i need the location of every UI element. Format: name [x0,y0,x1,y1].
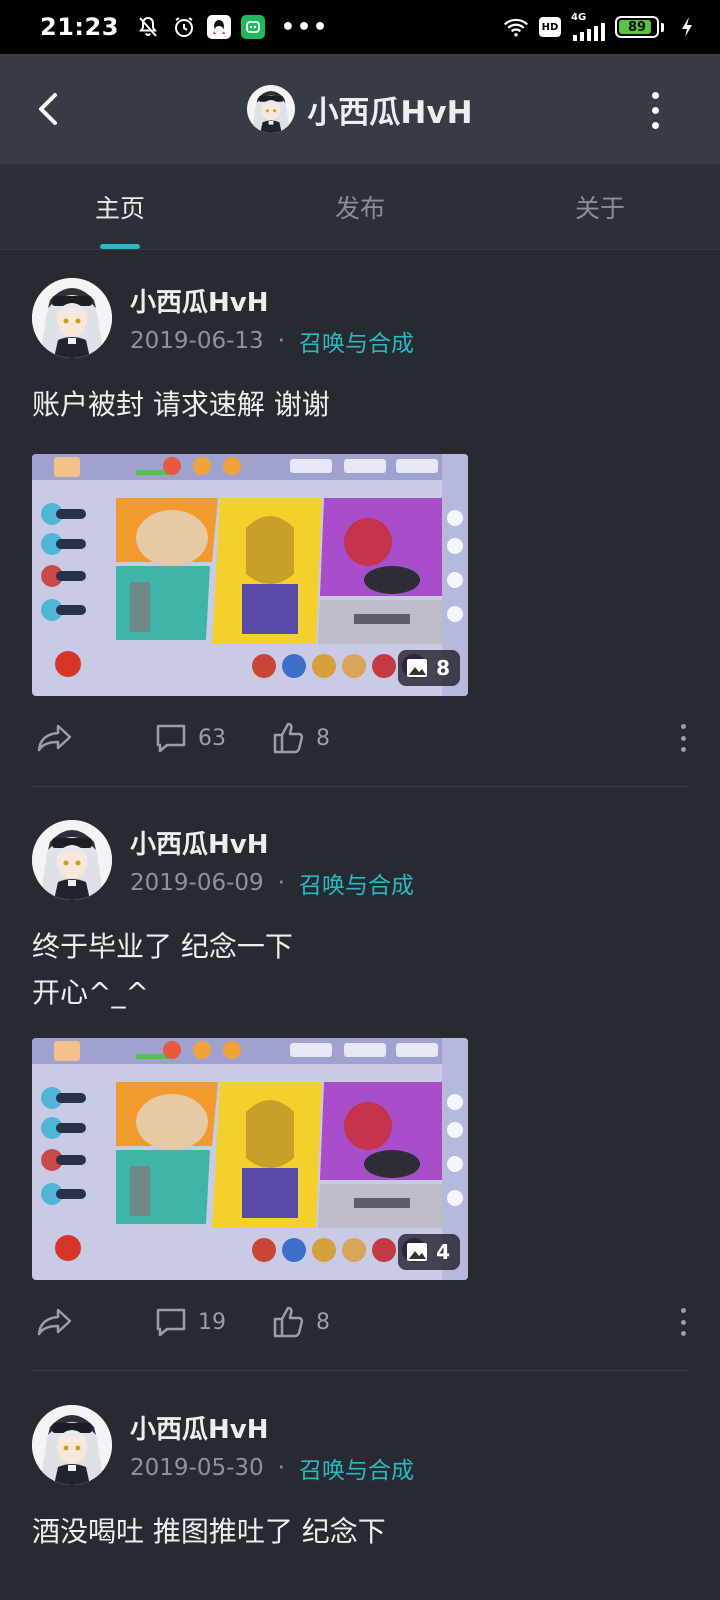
status-system-icons: HD 4G 89 [503,13,700,41]
charging-icon [674,14,700,40]
image-count: 8 [436,656,450,680]
network-type: 4G [571,12,587,23]
post-more-button[interactable] [678,1308,688,1336]
alarm-icon [171,14,197,40]
more-dot [651,91,659,99]
comment-count: 19 [198,1309,226,1335]
tab-label: 关于 [574,193,625,223]
more-notifications-icon: ••• [280,14,330,40]
post-game-tag[interactable]: 召唤与合成 [299,324,414,358]
wechat-app-icon [240,15,265,39]
more-dot [651,121,659,129]
post-text-line: 终于毕业了 纪念一下 [32,930,293,963]
post-header: 小西瓜HvH 2019-05-30 · 召唤与合成 [32,1405,692,1487]
page-title: 小西瓜HvH [307,94,473,131]
post-meta: 2019-06-09 · 召唤与合成 [130,866,414,900]
more-dot [651,106,659,114]
status-bar: 21:23 ••• HD 4G 89 [0,0,720,54]
comment-icon [156,724,186,753]
share-button[interactable] [36,1306,74,1338]
meta-separator: · [277,328,285,354]
like-button[interactable]: 8 [272,1305,330,1339]
meta-separator: · [277,1455,285,1481]
comment-button[interactable]: 19 [154,1306,226,1338]
comment-icon [156,1308,186,1337]
comment-count: 63 [198,725,226,751]
post-meta: 2019-05-30 · 召唤与合成 [130,1451,414,1485]
meta-separator: · [277,870,285,896]
image-count: 4 [436,1240,450,1264]
more-dot [680,747,686,752]
image-count-badge: 4 [398,1234,460,1270]
more-dot [680,1308,686,1313]
post-header: 小西瓜HvH 2019-06-09 · 召唤与合成 [32,820,692,902]
avatar[interactable] [32,1405,112,1485]
qq-app-icon [206,15,231,39]
tab-home[interactable]: 主页 [0,164,240,249]
post-text: 账户被封 请求速解 谢谢 [32,382,330,428]
post-game-tag[interactable]: 召唤与合成 [299,866,414,900]
more-dot [680,735,686,741]
post-author[interactable]: 小西瓜HvH [130,282,268,319]
battery-level: 89 [627,19,647,35]
post-text-line: 开心^_^ [32,976,149,1009]
post-image[interactable]: 8 [32,454,468,696]
tab-indicator [100,244,140,249]
avatar[interactable] [32,820,112,900]
post-more-button[interactable] [678,724,688,752]
post-author[interactable]: 小西瓜HvH [130,824,268,861]
hd-badge: HD [539,17,561,37]
more-dot [680,1319,686,1325]
post-image[interactable]: 4 [32,1038,468,1280]
tab-posts[interactable]: 发布 [240,164,480,249]
more-dot [680,1331,686,1336]
comment-button[interactable]: 63 [154,722,226,754]
image-icon [407,1243,428,1261]
more-options-button[interactable] [640,90,670,130]
battery-icon: 89 [615,16,659,38]
share-icon [37,1308,72,1336]
like-button[interactable]: 8 [272,721,330,755]
wifi-icon [503,14,529,40]
post-header: 小西瓜HvH 2019-06-13 · 召唤与合成 [32,278,692,360]
signal-icon: 4G [571,13,605,41]
thumbs-up-icon [273,1306,304,1338]
post-date: 2019-06-09 [130,870,264,896]
thumbs-up-icon [273,722,304,754]
post-divider [32,1370,688,1371]
image-icon [407,659,428,677]
tab-label: 主页 [94,193,145,223]
post-date: 2019-05-30 [130,1455,264,1481]
tab-label: 发布 [334,193,385,223]
post-text-line: 酒没喝吐 推图推吐了 纪念下 [32,1515,386,1548]
status-notification-icons: ••• [135,14,329,40]
post-date: 2019-06-13 [130,328,264,354]
post-meta: 2019-06-13 · 召唤与合成 [130,324,414,358]
profile-tabs: 主页 发布 关于 [0,164,720,250]
mute-bell-icon [135,14,161,40]
post-text: 酒没喝吐 推图推吐了 纪念下 [32,1509,386,1555]
post-actions: 19 8 [32,1300,692,1344]
battery-cap [661,22,664,32]
header-avatar[interactable] [247,85,296,133]
post-text-line: 账户被封 请求速解 谢谢 [32,388,330,421]
post-actions: 63 8 [32,716,692,760]
share-icon [37,724,72,752]
like-count: 8 [316,1309,330,1335]
post-author[interactable]: 小西瓜HvH [130,1409,268,1446]
tab-about[interactable]: 关于 [480,164,720,249]
app-header: 小西瓜HvH [0,54,720,164]
share-button[interactable] [36,722,74,754]
post-divider [32,786,688,787]
like-count: 8 [316,725,330,751]
status-time: 21:23 [40,13,119,41]
header-profile: 小西瓜HvH [0,54,720,164]
post-text: 终于毕业了 纪念一下 开心^_^ [32,924,293,1016]
avatar[interactable] [32,278,112,358]
image-count-badge: 8 [398,650,460,686]
more-dot [680,724,686,729]
post-game-tag[interactable]: 召唤与合成 [299,1451,414,1485]
